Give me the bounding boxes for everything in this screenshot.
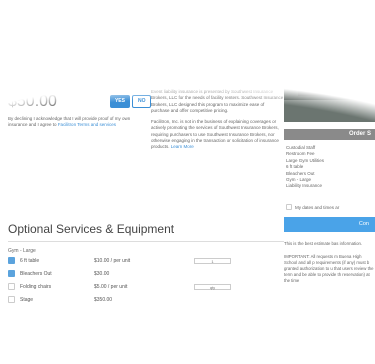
divider [8,72,284,73]
terms-link[interactable]: Facilitron Terms and services [58,122,116,127]
order-summary-sidebar: Order S Custodial Staff Restroom Fee Large… [284,44,375,283]
item-name: 6 ft table [20,257,40,264]
optional-item-row[interactable]: 6 ft table $10.00 / per unit 1 [8,254,284,267]
item-checkbox[interactable] [8,270,15,277]
item-price: $30.00 [94,270,110,277]
dates-confirm-row[interactable]: My dates and times ar [286,204,339,210]
learn-more-link[interactable]: Learn More [171,144,194,149]
topbar-text: on [10,4,27,21]
protection-paragraph-1: Event liability insurance is presented b… [151,89,284,113]
continue-button[interactable]: Con [284,217,375,232]
protection-paragraph-2: Facilitron, Inc. is not in the business … [151,119,284,150]
item-price: $10.00 / per unit [94,257,131,264]
facility-photo [284,44,375,122]
order-summary-header: Order S [284,129,375,140]
estimate-note: This is the best estimate bas informatio… [284,241,363,246]
item-name: Folding chairs [20,283,52,290]
optional-services-section: Optional Services & Equipment Gym - Larg… [8,222,284,306]
insurance-intro-text: This facility requires event liability i… [8,60,107,66]
item-price: $5.00 / per unit [94,283,128,290]
order-items-list: Custodial Staff Restroom Fee Large Gym Uti… [286,145,324,190]
order-item: Liability Insurance [286,183,323,189]
decline-text: By declining I acknowledge that I will p… [8,116,142,129]
important-note: IMPORTANT: All requests m Buena High Sch… [284,254,374,283]
item-name: Stage [20,296,34,303]
item-name: Bleachers Out [20,270,52,277]
optional-item-row[interactable]: Stage $350.00 [8,293,284,306]
event-insurance-section: Event Insurance This facility requires e… [8,38,284,151]
dates-confirm-label: My dates and times ar [295,204,340,210]
item-checkbox[interactable] [8,296,15,303]
insurance-title: Event Insurance [8,38,102,53]
insurance-intro: This facility requires event liability i… [8,60,284,67]
item-checkbox[interactable] [8,283,15,290]
protection-title: Event Insurance Protection [151,78,212,84]
no-button[interactable]: NO [131,95,152,108]
item-checkbox[interactable] [8,257,15,264]
insurance-price: $50.00 [8,92,57,110]
optional-title: Optional Services & Equipment [8,222,175,236]
divider [8,241,284,242]
item-price: $350.00 [94,296,113,303]
dates-checkbox[interactable] [286,204,292,210]
optional-item-row[interactable]: Bleachers Out $30.00 [8,267,284,280]
insurance-requirements-link[interactable]: (view insurance requirements) [108,60,175,66]
optional-items-list: 6 ft table $10.00 / per unit 1 Bleachers Ou… [8,254,284,306]
top-bar: on [0,0,375,28]
purchase-question: Would you like to purchase event liabili… [8,78,124,84]
quantity-input[interactable]: 1 [194,257,231,264]
optional-item-row[interactable]: Folding chairs $5.00 / per unit qty [8,280,284,293]
yes-button[interactable]: YES [109,95,130,108]
quantity-input[interactable]: qty [194,283,231,290]
